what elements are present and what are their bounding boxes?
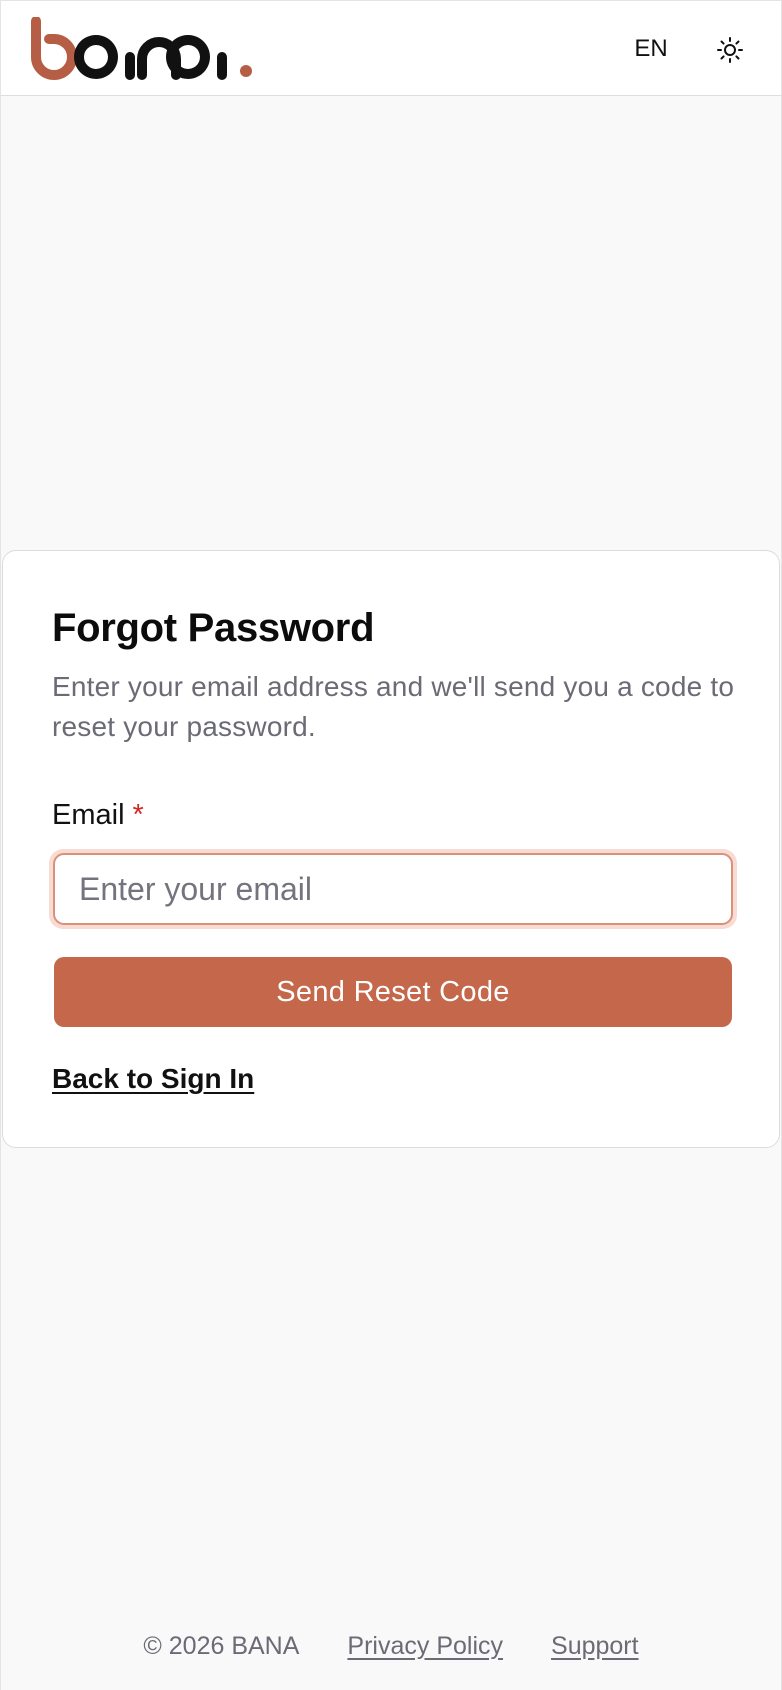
top-header: EN [0,0,782,96]
back-to-sign-in-link[interactable]: Back to Sign In [52,1061,254,1097]
forgot-password-card: Forgot Password Enter your email address… [2,550,780,1148]
language-selector[interactable]: EN [621,29,681,69]
email-label: Email * [52,797,144,833]
bana-logo[interactable] [25,17,255,83]
send-reset-code-button[interactable]: Send Reset Code [54,957,732,1027]
page-description: Enter your email address and we'll send … [52,671,735,742]
email-label-text: Email [52,799,125,831]
email-field-focus-ring [49,849,737,929]
theme-toggle-button[interactable] [709,29,751,71]
email-field[interactable] [53,853,733,925]
privacy-policy-link[interactable]: Privacy Policy [347,1632,503,1661]
copyright-text: © 2026 BANA [143,1631,300,1660]
sun-icon [717,37,743,63]
support-link[interactable]: Support [551,1632,639,1661]
page-footer: © 2026 BANA Privacy Policy Support [0,1626,782,1666]
required-marker: * [132,799,144,831]
page-title: Forgot Password [52,606,375,650]
